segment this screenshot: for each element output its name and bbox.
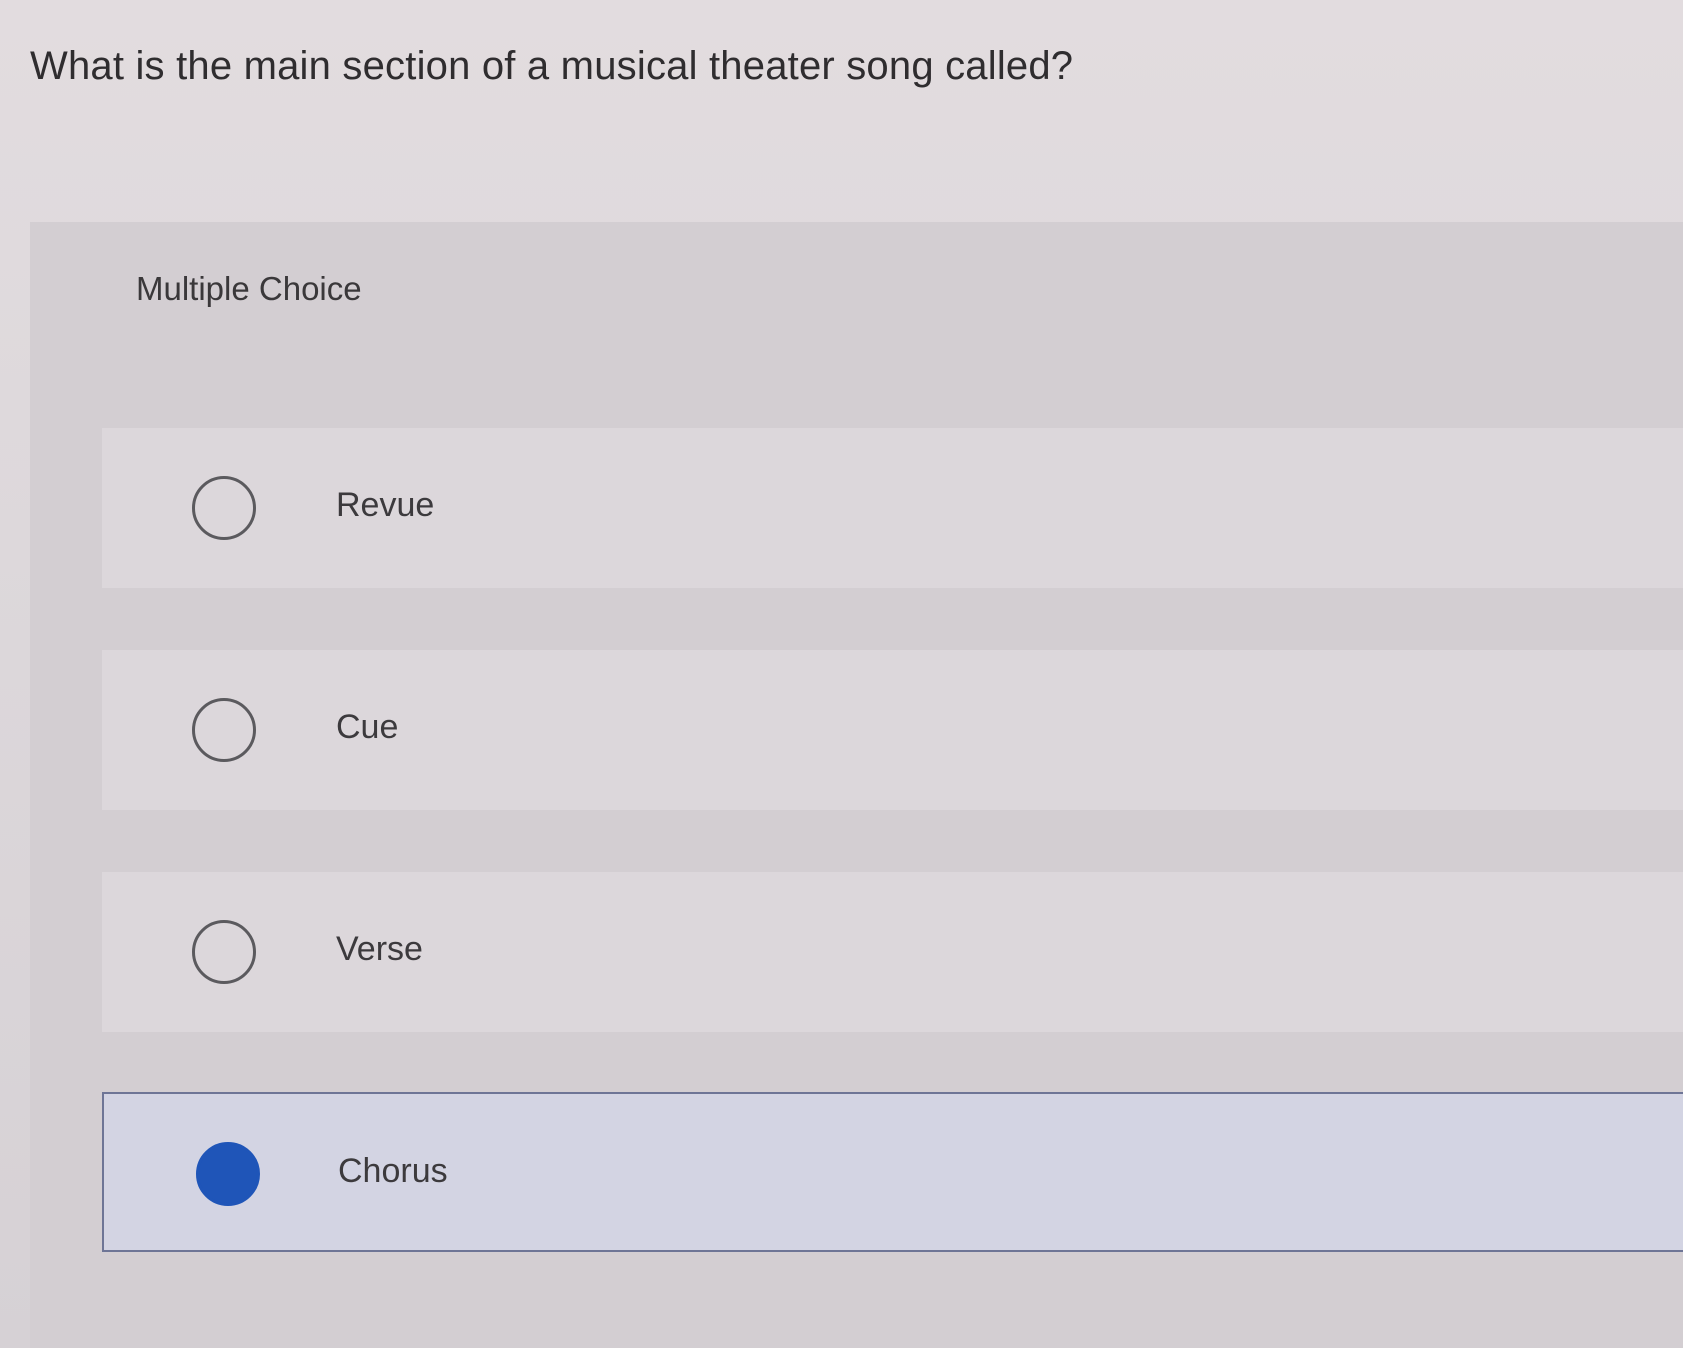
radio-button-unselected-icon[interactable] bbox=[192, 920, 256, 984]
option-cue[interactable]: Cue bbox=[102, 650, 1683, 810]
multiple-choice-label: Multiple Choice bbox=[136, 270, 362, 307]
option-revue[interactable]: Revue bbox=[102, 428, 1683, 588]
radio-button-selected-icon[interactable] bbox=[196, 1142, 260, 1206]
option-label: Cue bbox=[336, 708, 399, 746]
question-text: What is the main section of a musical th… bbox=[30, 44, 1074, 88]
option-verse[interactable]: Verse bbox=[102, 872, 1683, 1032]
option-label: Verse bbox=[336, 930, 423, 968]
radio-button-unselected-icon[interactable] bbox=[192, 698, 256, 762]
quiz-page: What is the main section of a musical th… bbox=[0, 0, 1683, 1348]
radio-button-unselected-icon[interactable] bbox=[192, 476, 256, 540]
option-label: Revue bbox=[336, 486, 435, 524]
option-label: Chorus bbox=[338, 1152, 448, 1190]
multiple-choice-panel: Multiple Choice Revue Cue Verse Chorus bbox=[30, 222, 1683, 1348]
option-chorus[interactable]: Chorus bbox=[102, 1092, 1683, 1252]
